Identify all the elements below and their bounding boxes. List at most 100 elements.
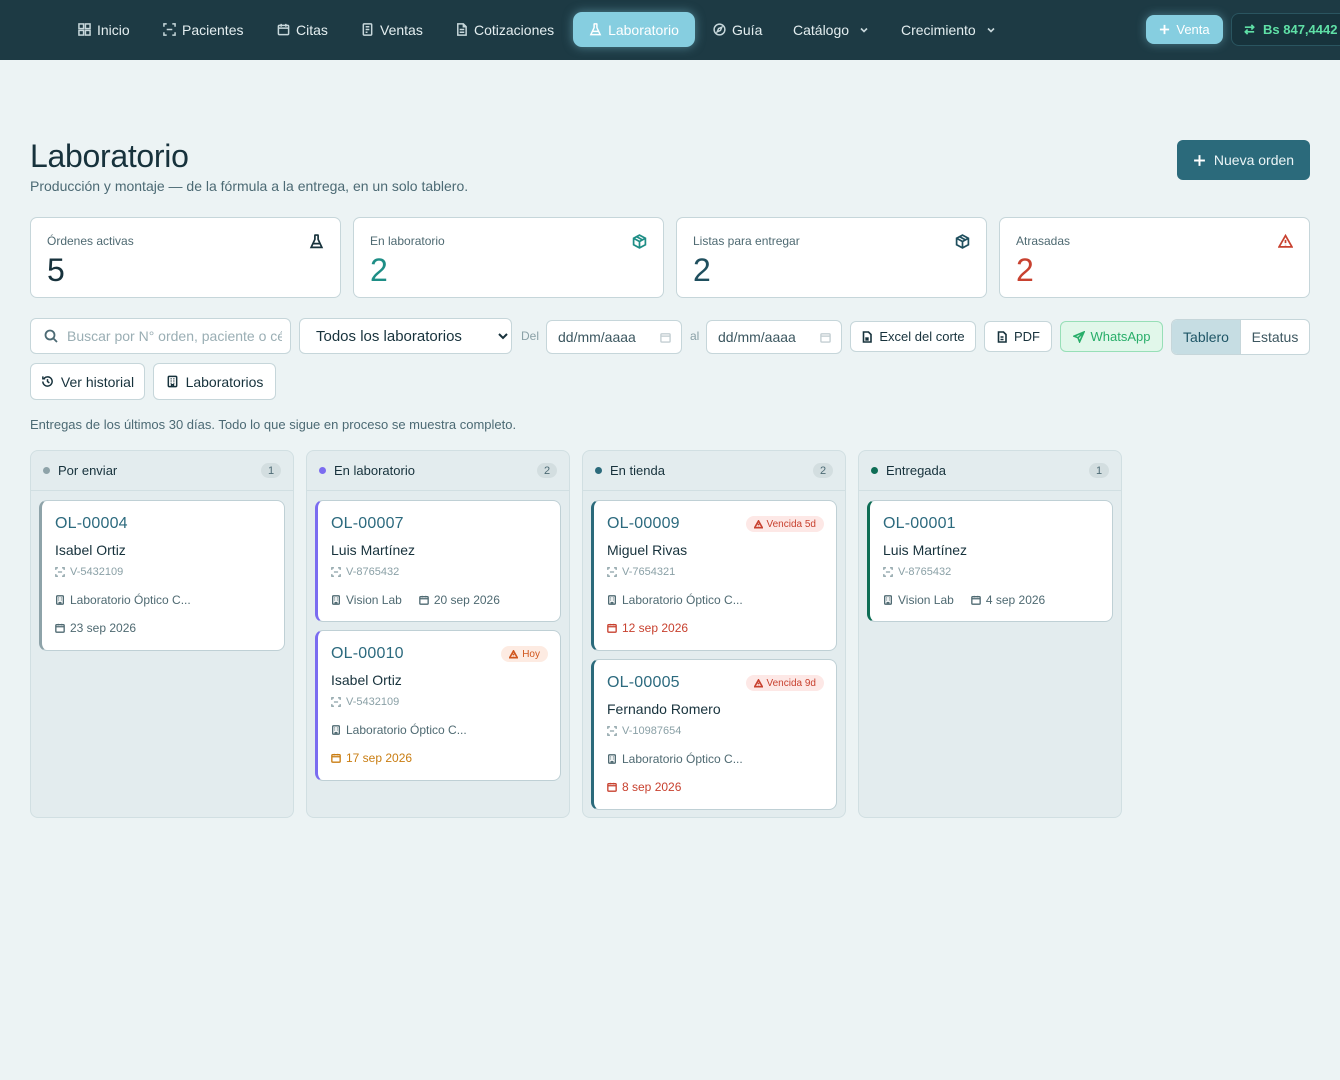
status-dot <box>595 467 602 474</box>
nav-item-crecimiento[interactable]: Crecimiento <box>893 12 1004 47</box>
column-count: 1 <box>1089 463 1109 478</box>
grid-icon <box>78 23 91 36</box>
lab-name-value: Laboratorio Óptico C... <box>70 593 191 607</box>
date-from-input[interactable]: dd/mm/aaaa <box>546 320 682 354</box>
delivery-date-value: 8 sep 2026 <box>622 780 682 794</box>
whatsapp-button[interactable]: WhatsApp <box>1060 321 1163 352</box>
nav-item-catalogo[interactable]: Catálogo <box>785 12 877 47</box>
search-box <box>30 318 291 354</box>
search-icon <box>44 329 58 343</box>
plus-icon <box>1193 154 1205 166</box>
delivery-date-value: 23 sep 2026 <box>70 621 137 635</box>
new-sale-button[interactable]: Venta <box>1146 15 1223 44</box>
nav-item-label: Citas <box>296 21 328 38</box>
status-dot <box>319 467 326 474</box>
date-placeholder: dd/mm/aaaa <box>558 329 636 345</box>
patient-name: Luis Martínez <box>883 542 968 558</box>
nav-item-label: Cotizaciones <box>474 21 555 38</box>
patient-document: V-5432109 <box>331 696 399 708</box>
history-label: Ver historial <box>60 373 135 390</box>
calendar-icon <box>607 623 617 633</box>
nav-item-guia[interactable]: Guía <box>705 12 770 47</box>
receipt-icon <box>362 23 373 36</box>
nav-item-label: Catálogo <box>793 21 850 38</box>
patient-document-value: V-5432109 <box>70 566 124 578</box>
order-id[interactable]: OL-00001 <box>883 515 956 533</box>
nav-item-label: Crecimiento <box>901 21 976 38</box>
search-input[interactable] <box>67 328 282 344</box>
order-card[interactable]: OL-00001 Luis Martínez V-8765432 Vision Lab… <box>867 500 1113 622</box>
status-dot <box>43 467 50 474</box>
date-to-input[interactable]: dd/mm/aaaa <box>706 320 842 354</box>
history-button[interactable]: Ver historial <box>30 363 145 400</box>
column-header: Entregada 1 <box>859 451 1121 491</box>
patient-name: Isabel Ortiz <box>331 672 402 688</box>
stat-card-ready: Listas para entregar 2 <box>676 217 987 298</box>
nav-item-citas[interactable]: Citas <box>269 12 336 47</box>
view-board-tab[interactable]: Tablero <box>1172 320 1241 354</box>
order-card[interactable]: OL-00004 Isabel Ortiz V-5432109 Laboratorio… <box>39 500 285 651</box>
stat-card-active-orders: Órdenes activas 5 <box>30 217 341 298</box>
new-order-button[interactable]: Nueva orden <box>1177 140 1310 180</box>
calendar-icon <box>331 753 341 763</box>
patient-name: Luis Martínez <box>331 542 416 558</box>
nav-item-label: Ventas <box>380 21 423 38</box>
column-count: 1 <box>261 463 281 478</box>
nav-item-cotizaciones[interactable]: Cotizaciones <box>447 12 562 47</box>
due-badge: Hoy <box>501 646 548 662</box>
whatsapp-label: WhatsApp <box>1090 329 1151 344</box>
nav-item-ventas[interactable]: Ventas <box>353 12 431 47</box>
delivery-date: 12 sep 2026 <box>607 621 688 635</box>
lab-name: Vision Lab 4 sep 2026 <box>883 593 1045 607</box>
calendar-icon <box>418 595 429 605</box>
stat-card-overdue: Atrasadas 2 <box>999 217 1310 298</box>
order-id[interactable]: OL-00010 <box>331 645 404 663</box>
lab-name: Laboratorio Óptico C... <box>607 752 743 766</box>
calendar-icon <box>660 333 671 343</box>
scan-icon <box>331 697 341 707</box>
scan-icon <box>163 23 176 36</box>
order-id[interactable]: OL-00004 <box>55 515 128 533</box>
lab-filter-select[interactable]: Todos los laboratorios <box>299 318 512 354</box>
exchange-rate-pill[interactable]: Bs 847,4442 <box>1231 13 1340 46</box>
labs-button[interactable]: Laboratorios <box>153 363 276 400</box>
nav-item-pacientes[interactable]: Pacientes <box>155 12 251 47</box>
patient-name: Isabel Ortiz <box>55 542 126 558</box>
column-title: En tienda <box>610 463 665 478</box>
warning-icon <box>753 678 763 687</box>
warning-icon <box>1278 234 1293 248</box>
excel-export-button[interactable]: Excel del corte <box>850 321 976 352</box>
due-badge-label: Vencida 9d <box>766 677 817 689</box>
order-card[interactable]: OL-00009 Miguel Rivas V-7654321 Laboratorio… <box>591 500 837 651</box>
order-id[interactable]: OL-00007 <box>331 515 404 533</box>
file-excel-icon <box>863 330 873 343</box>
column-count: 2 <box>813 463 833 478</box>
column-header: En laboratorio 2 <box>307 451 569 491</box>
patient-name: Miguel Rivas <box>607 542 688 558</box>
flask-icon <box>309 234 324 249</box>
stat-card-in-lab: En laboratorio 2 <box>353 217 664 298</box>
patient-document: V-10987654 <box>607 725 681 737</box>
lab-name-value: Laboratorio Óptico C... <box>346 723 467 737</box>
flask-icon <box>589 23 602 36</box>
order-card[interactable]: OL-00005 Fernando Romero V-10987654 Laborat… <box>591 659 837 810</box>
delivery-date: 23 sep 2026 <box>55 621 136 635</box>
page-title: Laboratorio <box>30 138 189 174</box>
order-card[interactable]: OL-00010 Isabel Ortiz V-5432109 Laboratorio… <box>315 630 561 781</box>
order-card[interactable]: OL-00007 Luis Martínez V-8765432 Vision Lab… <box>315 500 561 622</box>
view-status-tab[interactable]: Estatus <box>1241 320 1309 354</box>
scan-icon <box>55 567 65 577</box>
order-id[interactable]: OL-00005 <box>607 674 680 692</box>
excel-export-label: Excel del corte <box>879 329 965 344</box>
labs-label: Laboratorios <box>185 373 264 390</box>
due-badge-label: Hoy <box>522 648 540 660</box>
column-header: Por enviar 1 <box>31 451 293 491</box>
pdf-export-button[interactable]: PDF <box>984 321 1052 352</box>
nav-item-inicio[interactable]: Inicio <box>70 12 138 47</box>
column-count: 2 <box>537 463 557 478</box>
nav-item-laboratorio[interactable]: Laboratorio <box>573 12 695 47</box>
order-id[interactable]: OL-00009 <box>607 515 680 533</box>
stat-value: 2 <box>693 252 711 288</box>
due-badge: Vencida 5d <box>745 516 824 532</box>
kanban-column: En laboratorio 2 OL-00007 Luis Martínez V-87… <box>306 450 570 818</box>
